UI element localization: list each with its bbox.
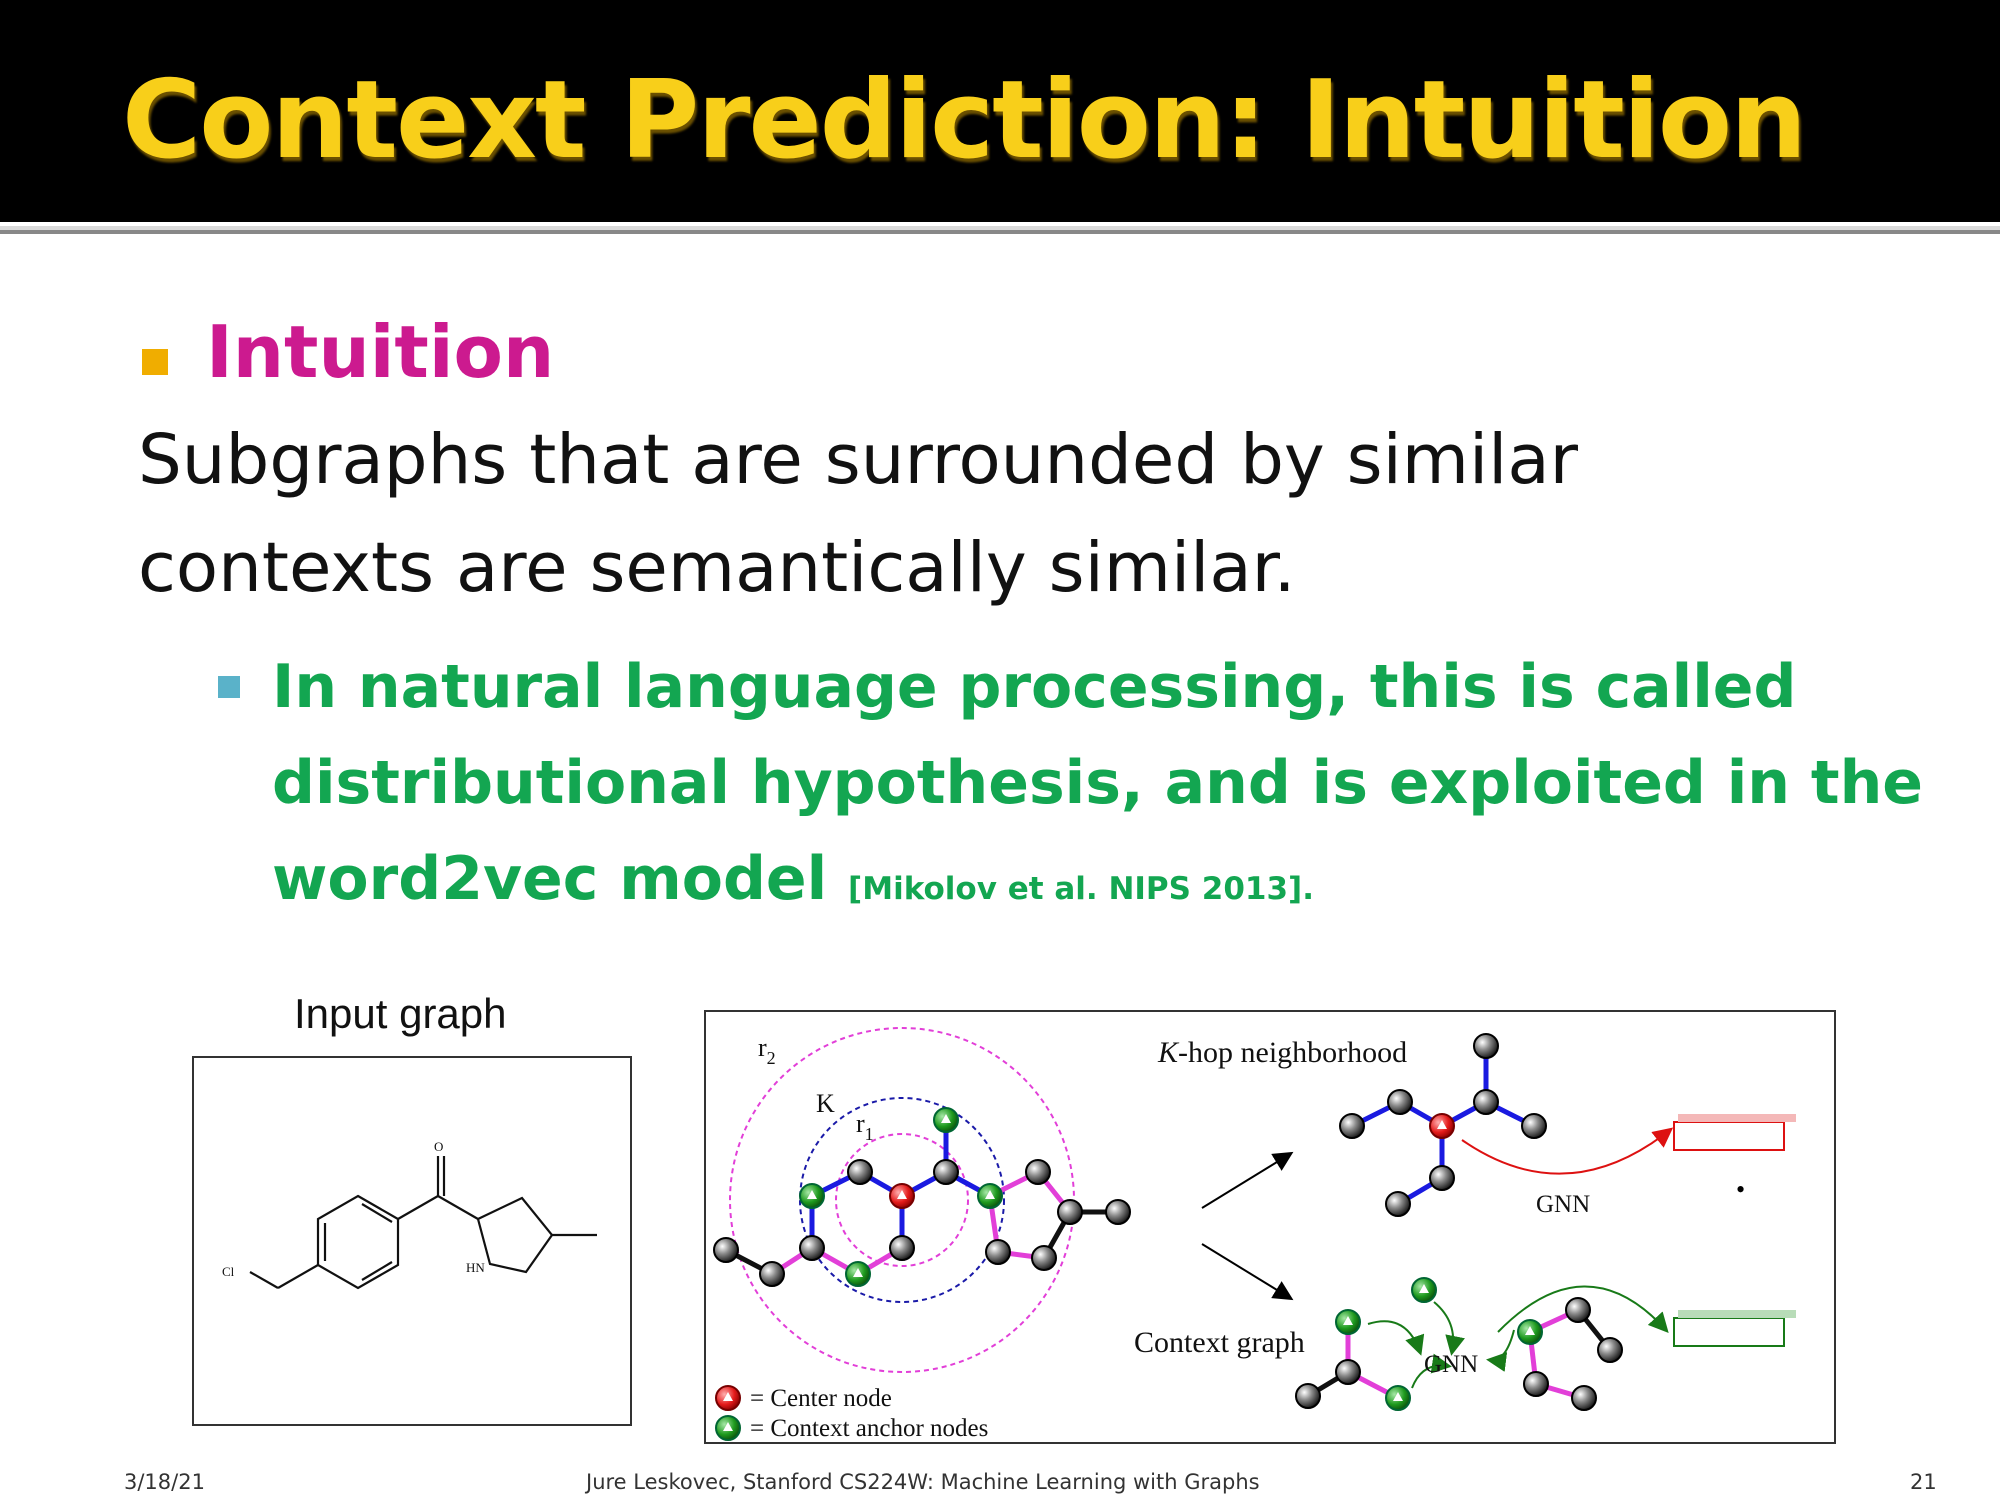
benzene-ring xyxy=(316,1194,400,1290)
word2vec-text: word2vec model xyxy=(272,844,828,914)
molecule-figure: O Cl HN xyxy=(192,1056,632,1426)
chlorine-label: Cl xyxy=(222,1264,235,1279)
context-embedding-shadow xyxy=(1678,1310,1796,1318)
footer-credit: Jure Leskovec, Stanford CS224W: Machine … xyxy=(586,1470,1260,1494)
context-graph-label: Context graph xyxy=(1134,1326,1305,1359)
sub-bullet-line-2: distributional hypothesis, and is exploi… xyxy=(272,748,1923,818)
r1-label: r1 xyxy=(856,1109,874,1144)
sub-bullet-line-1: In natural language processing, this is … xyxy=(272,652,1797,722)
arrow-to-khop xyxy=(1201,1151,1294,1209)
body-text-line-1: Subgraphs that are surrounded by similar xyxy=(138,420,1579,500)
gnn-bottom-label: GNN xyxy=(1424,1351,1478,1378)
molecule-svg: O Cl HN xyxy=(222,1139,597,1290)
sub-bullet-square-icon xyxy=(218,676,240,698)
arrow-to-context xyxy=(1201,1243,1294,1301)
k-label: K xyxy=(816,1089,835,1118)
oxygen-label: O xyxy=(434,1139,443,1154)
bullet-square-icon xyxy=(142,349,168,375)
amine-label: HN xyxy=(466,1260,485,1275)
title-bar: Context Prediction: Intuition xyxy=(0,0,2000,222)
footer-page-number: 21 xyxy=(1910,1470,1937,1494)
footer-date: 3/18/21 xyxy=(124,1470,205,1494)
legend-center-node: = Center node xyxy=(750,1385,892,1412)
r2-label: r2 xyxy=(758,1033,776,1068)
body-text-line-2: contexts are semantically similar. xyxy=(138,528,1296,608)
context-embedding-box xyxy=(1673,1317,1785,1347)
citation: [Mikolov et al. NIPS 2013]. xyxy=(848,871,1314,907)
title-divider-shadow xyxy=(0,230,2000,234)
pyrrolidine-ring xyxy=(476,1196,554,1274)
gnn-top-arrow xyxy=(1461,1127,1674,1175)
khop-embedding-box xyxy=(1673,1121,1785,1151)
legend-anchor-nodes: = Context anchor nodes xyxy=(750,1415,988,1442)
context-diagram: r2 K r1 K-hop neighborhood GNN • Context… xyxy=(704,1010,1836,1444)
context-diagram-svg: r2 K r1 K-hop neighborhood GNN • Context… xyxy=(713,1027,1796,1442)
slide-title: Context Prediction: Intuition xyxy=(122,58,1807,183)
heading-intuition: Intuition xyxy=(206,310,555,394)
gnn-top-label: GNN xyxy=(1536,1191,1590,1218)
sub-bullet-line-3: word2vec model [Mikolov et al. NIPS 2013… xyxy=(272,844,1314,914)
khop-label: K-hop neighborhood xyxy=(1157,1036,1407,1069)
input-graph-caption: Input graph xyxy=(294,990,507,1037)
dot-product-icon: • xyxy=(1736,1175,1745,1204)
khop-embedding-shadow xyxy=(1678,1114,1796,1122)
